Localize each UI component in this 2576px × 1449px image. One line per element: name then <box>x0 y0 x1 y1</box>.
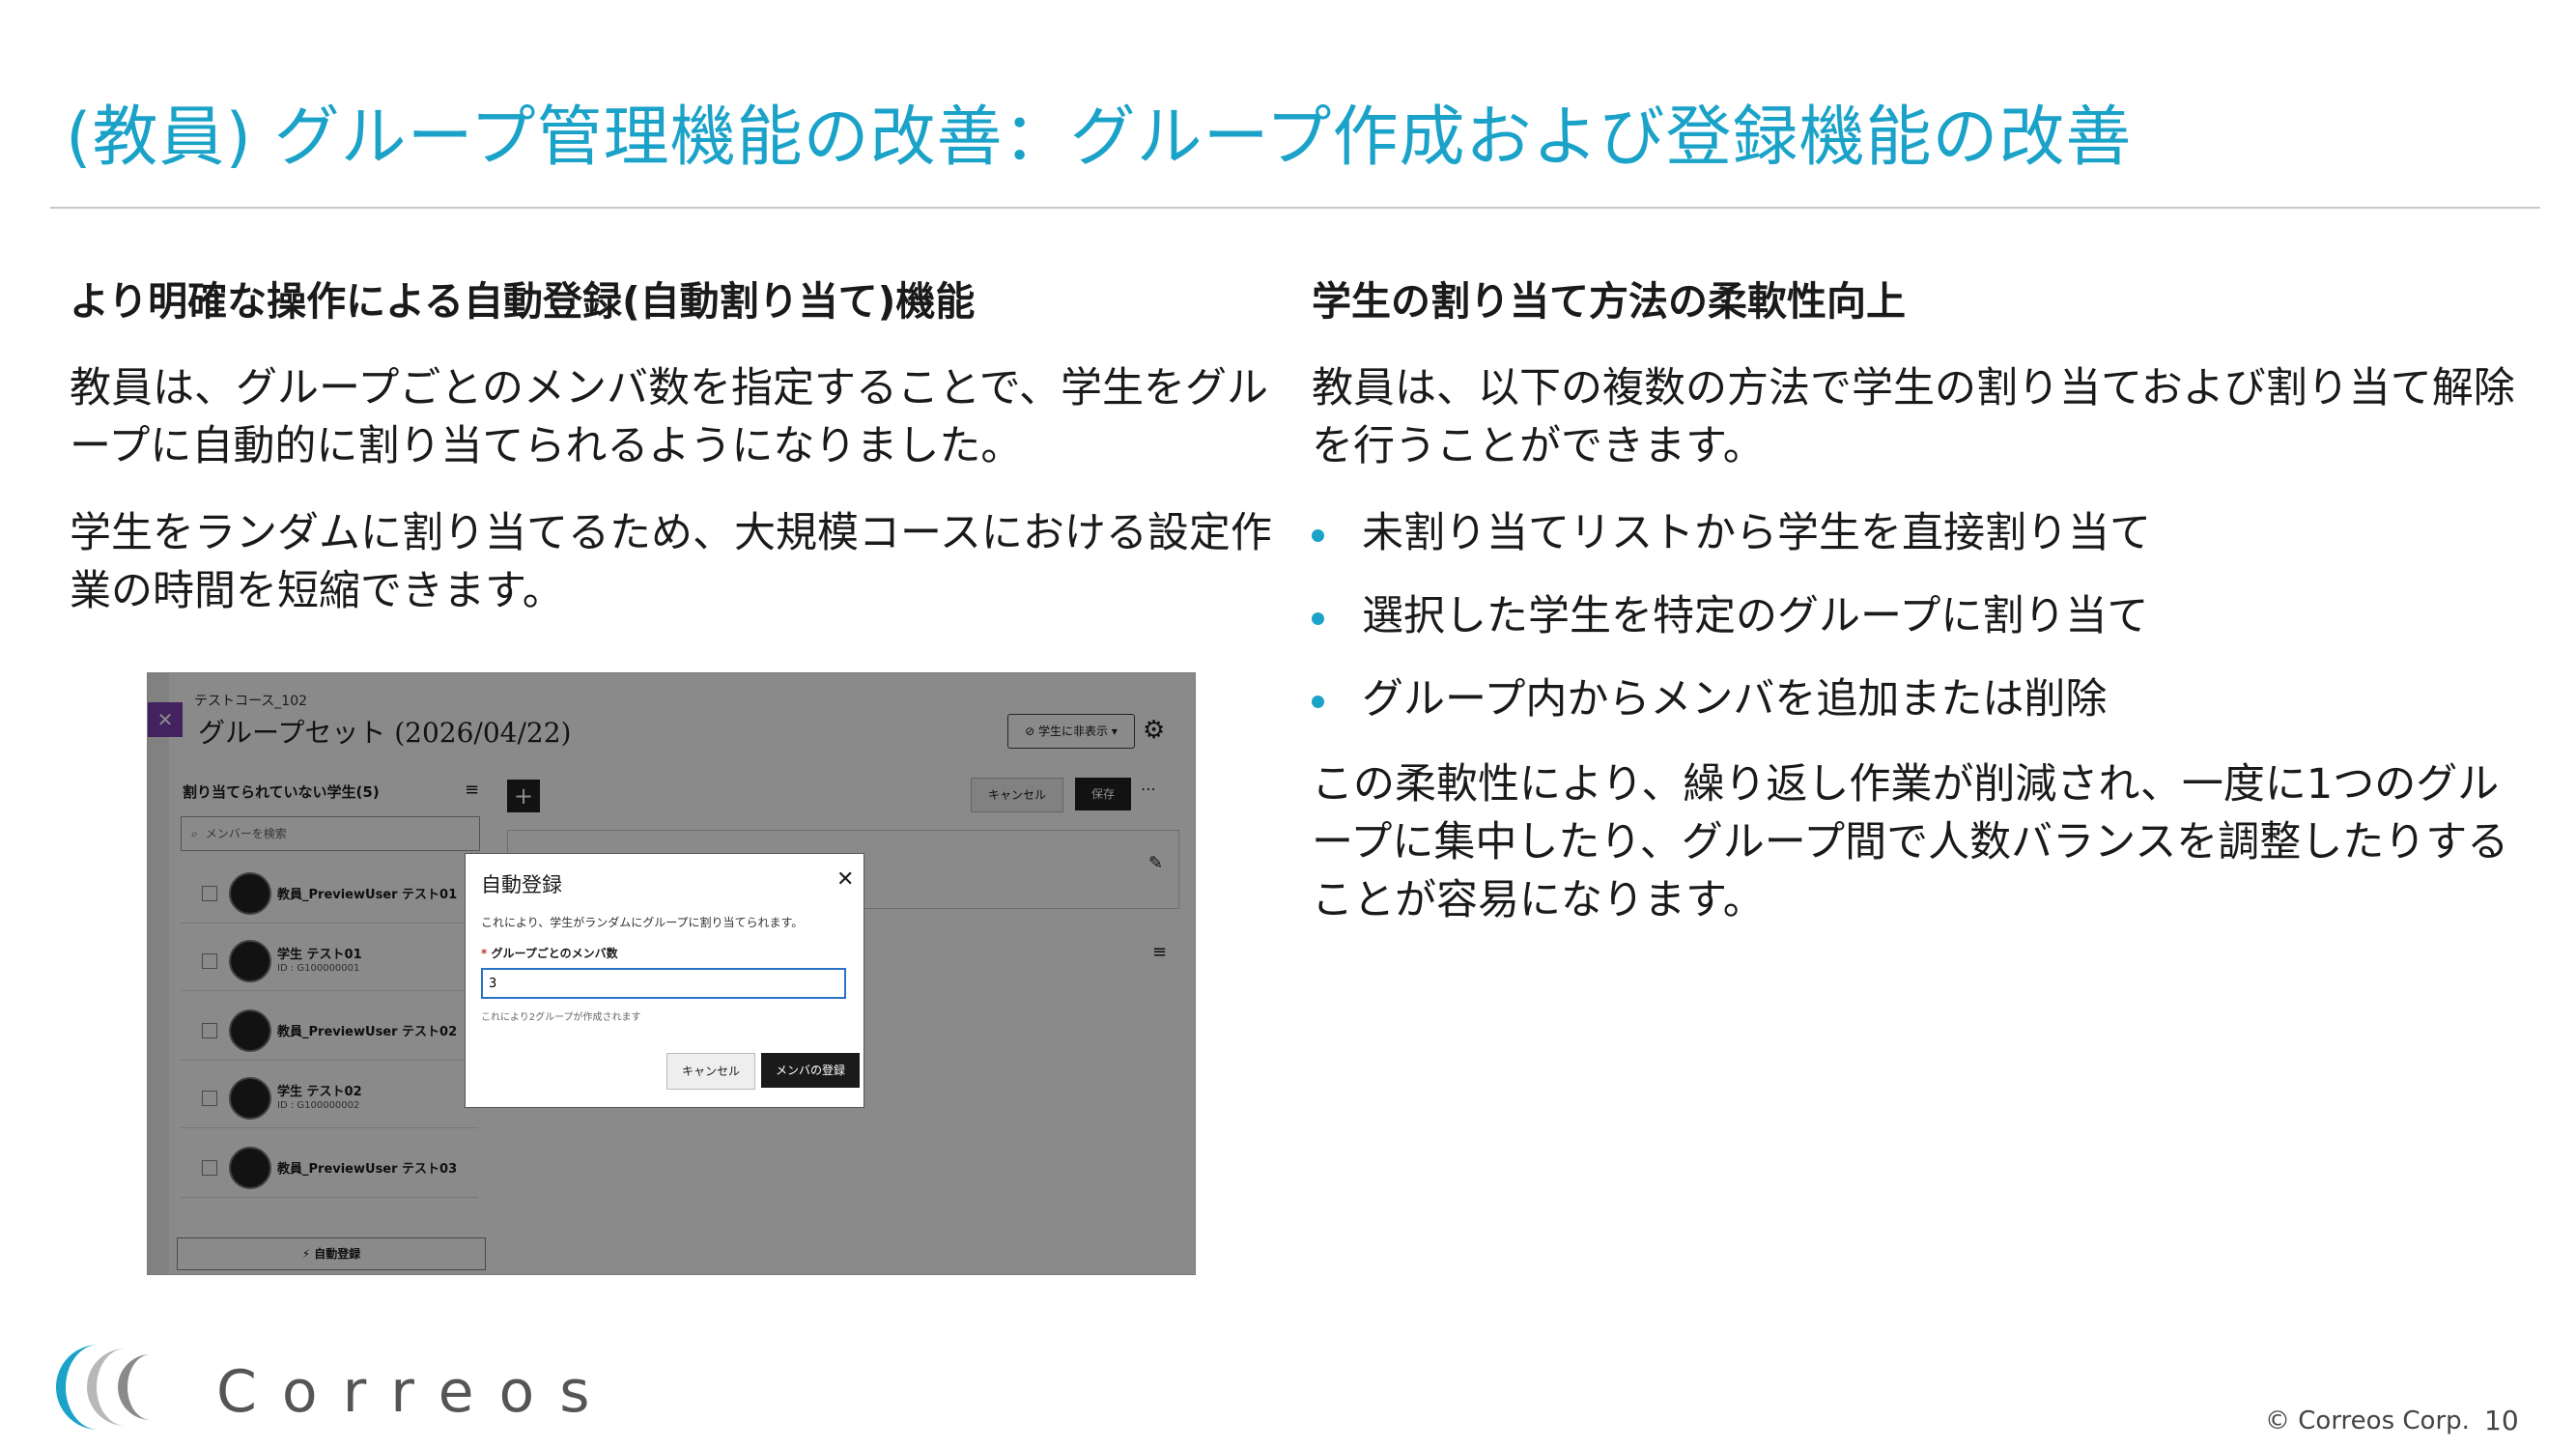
method-item: 未割り当てリストから学生を直接割り当て <box>1312 504 2529 562</box>
bullet-dot-icon <box>1312 696 1324 708</box>
method-item: グループ内からメンバを追加または削除 <box>1312 670 2529 728</box>
members-per-group-label: * グループごとのメンバ数 <box>481 945 618 961</box>
slide-title: (教員) グループ管理機能の改善：グループ作成および登録機能の改善 <box>66 99 2133 176</box>
method-item: 選択した学生を特定のグループに割り当て <box>1312 587 2529 645</box>
brand-name: Correos <box>216 1358 615 1426</box>
method-list: 未割り当てリストから学生を直接割り当て 選択した学生を特定のグループに割り当て … <box>1312 504 2529 728</box>
bullet-dot-icon <box>1312 612 1324 625</box>
dialog-cancel-button[interactable]: キャンセル <box>666 1053 755 1090</box>
method-item-text: 未割り当てリストから学生を直接割り当て <box>1362 509 2151 557</box>
right-heading: 学生の割り当て方法の柔軟性向上 <box>1312 278 1906 325</box>
left-heading: より明確な操作による自動登録(自動割り当て)機能 <box>70 278 976 325</box>
dialog-description: これにより、学生がランダムにグループに割り当てられます。 <box>481 916 804 929</box>
right-column: 学生の割り当て方法の柔軟性向上 教員は、以下の複数の方法で学生の割り当ておよび割… <box>1312 269 2529 958</box>
title-divider <box>50 207 2540 209</box>
members-per-group-label-text: グループごとのメンバ数 <box>491 947 618 960</box>
dialog-title: 自動登録 <box>481 873 562 896</box>
right-paragraph-1: 教員は、以下の複数の方法で学生の割り当ておよび割り当て解除を行うことができます。 <box>1312 364 2515 470</box>
left-column: より明確な操作による自動登録(自動割り当て)機能 教員は、グループごとのメンバ数… <box>70 269 1277 649</box>
left-paragraph-2: 学生をランダムに割り当てるため、大規模コースにおける設定作業の時間を短縮できます… <box>70 509 1272 615</box>
register-members-button[interactable]: メンバの登録 <box>761 1053 860 1088</box>
auto-enroll-screenshot: ✕ テストコース_102 グループセット (2026/04/22) ⊘ 学生に非… <box>147 672 1196 1275</box>
copyright: © Correos Corp. <box>2265 1406 2470 1435</box>
close-icon[interactable]: ✕ <box>836 867 854 892</box>
auto-enroll-dialog: 自動登録 ✕ これにより、学生がランダムにグループに割り当てられます。 * グル… <box>465 853 864 1108</box>
required-mark: * <box>481 947 488 960</box>
method-item-text: グループ内からメンバを追加または削除 <box>1362 675 2108 724</box>
right-paragraph-2: この柔軟性により、繰り返し作業が削減され、一度に1つのグループに集中したり、グル… <box>1312 760 2509 924</box>
members-per-group-input[interactable] <box>481 968 846 999</box>
bullet-dot-icon <box>1312 529 1324 542</box>
dialog-hint: これにより2グループが作成されます <box>481 1012 641 1023</box>
correos-logo-icon <box>56 1345 151 1430</box>
method-item-text: 選択した学生を特定のグループに割り当て <box>1362 592 2149 640</box>
page-number: 10 <box>2484 1405 2519 1436</box>
left-paragraph-1: 教員は、グループごとのメンバ数を指定することで、学生をグループに自動的に割り当て… <box>70 364 1268 470</box>
